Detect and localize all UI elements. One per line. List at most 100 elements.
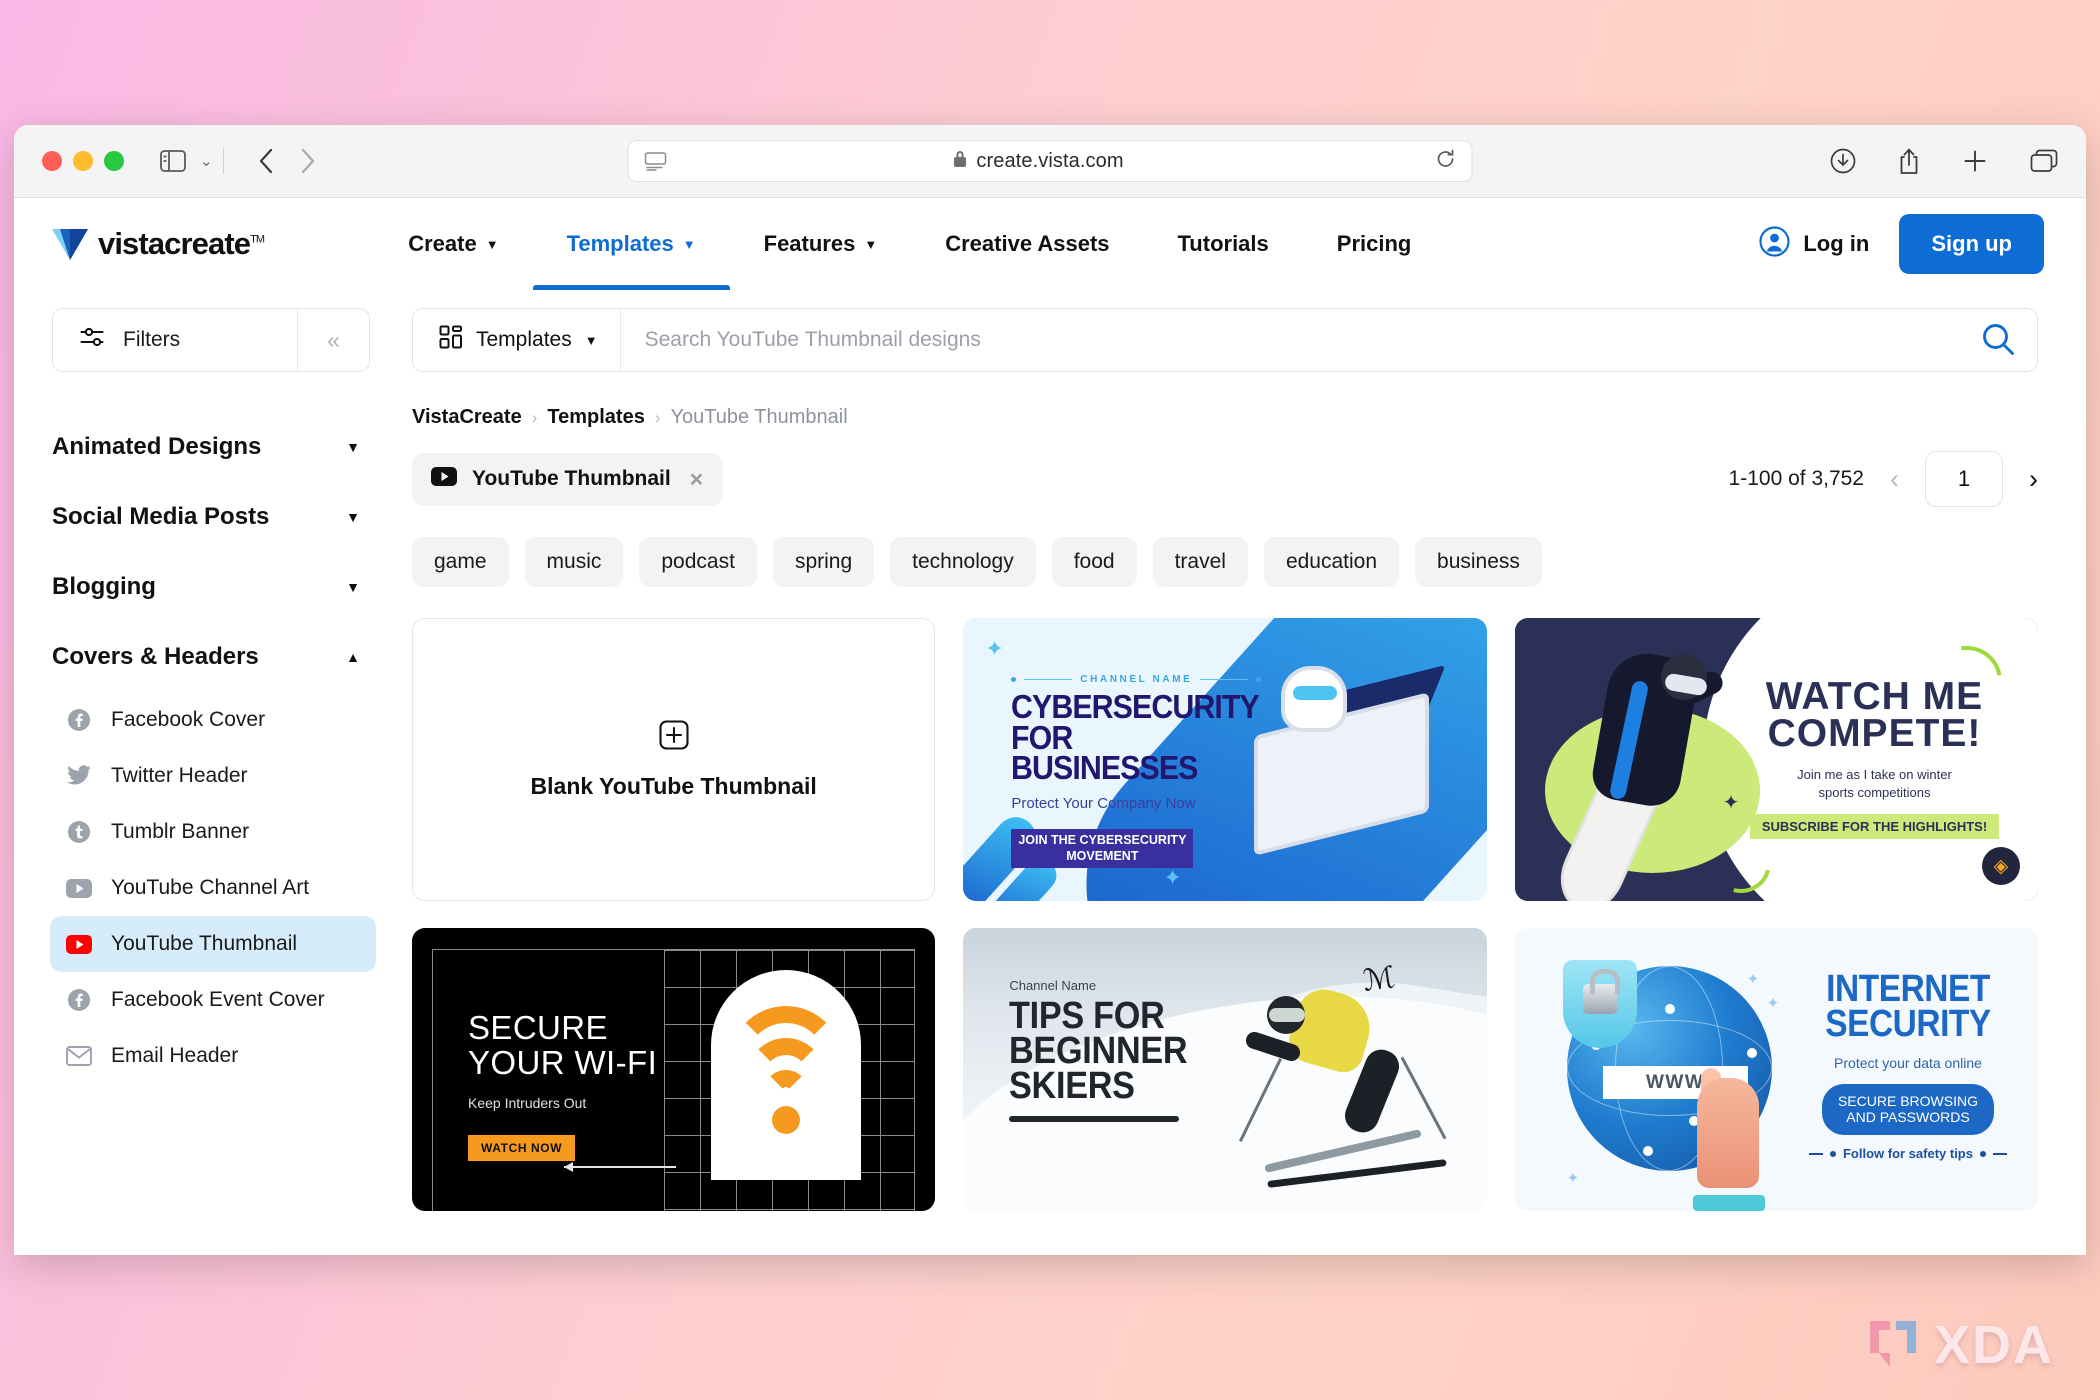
template-card-internet-security[interactable]: WWW ✦ ✦ ✦ INTERNET SECURITY Protect your… bbox=[1514, 928, 2038, 1211]
premium-diamond-icon: ◈ bbox=[1981, 847, 2020, 885]
forward-chevron-icon[interactable] bbox=[300, 148, 316, 174]
tag-podcast[interactable]: podcast bbox=[639, 537, 757, 587]
nav-label: Create bbox=[408, 231, 477, 256]
breadcrumb-item-templates[interactable]: Templates bbox=[547, 406, 644, 429]
search-scope-select[interactable]: Templates ▼ bbox=[413, 309, 621, 371]
vistacreate-logo[interactable]: vistacreateTM bbox=[52, 226, 265, 262]
vista-mark-icon bbox=[52, 229, 88, 260]
template-grid: Blank YouTube Thumbnail ✦ ✦ CHANNEL NAME… bbox=[412, 618, 2038, 1211]
breadcrumb: VistaCreate › Templates › YouTube Thumbn… bbox=[412, 406, 2038, 429]
plus-icon[interactable] bbox=[1962, 148, 1988, 174]
download-icon[interactable] bbox=[1830, 148, 1856, 174]
header-actions: Log in Sign up bbox=[1759, 214, 2044, 274]
category-label: Animated Designs bbox=[52, 433, 262, 460]
search-scope-label: Templates bbox=[476, 328, 572, 351]
sidebar-item-tumblr-banner[interactable]: Tumblr Banner bbox=[50, 804, 376, 860]
card-cta: WATCH NOW bbox=[468, 1134, 576, 1161]
back-chevron-icon[interactable] bbox=[258, 148, 274, 174]
tag-music[interactable]: music bbox=[524, 537, 624, 587]
double-chevron-left-icon[interactable]: « bbox=[297, 309, 369, 371]
category-social-media-posts[interactable]: Social Media Posts ▼ bbox=[14, 482, 412, 552]
reload-icon[interactable] bbox=[1436, 149, 1456, 174]
main-content: Templates ▼ VistaCreate › bbox=[412, 290, 2086, 1255]
page-number-input[interactable]: 1 bbox=[1925, 451, 2003, 507]
tag-spring[interactable]: spring bbox=[772, 537, 875, 587]
card-title-line2: YOUR WI-FI bbox=[468, 1044, 658, 1082]
sidebar-item-label: Twitter Header bbox=[111, 764, 248, 787]
sidebar-item-facebook-event-cover[interactable]: Facebook Event Cover bbox=[50, 972, 376, 1028]
template-card-cybersecurity-for-businesses[interactable]: ✦ ✦ CHANNEL NAME CYBERSECURITY FOR BUSIN… bbox=[963, 618, 1487, 901]
xda-watermark: XDA bbox=[1866, 1314, 2054, 1376]
user-avatar-icon bbox=[1759, 225, 1790, 263]
chevron-down-icon: ▼ bbox=[485, 236, 499, 252]
card-text-block: WATCH ME COMPETE! Join me as I take on w… bbox=[1737, 677, 2012, 840]
sidebar-item-label: Tumblr Banner bbox=[111, 820, 250, 843]
category-covers-and-headers[interactable]: Covers & Headers ▲ bbox=[14, 622, 412, 692]
cuff-art bbox=[1692, 1195, 1765, 1211]
template-card-blank[interactable]: Blank YouTube Thumbnail bbox=[412, 618, 936, 901]
chevron-left-icon[interactable]: ‹ bbox=[1890, 465, 1899, 493]
xda-watermark-text: XDA bbox=[1933, 1315, 2054, 1375]
filters-button[interactable]: Filters bbox=[53, 309, 297, 371]
chevron-up-icon: ▲ bbox=[346, 649, 360, 665]
tab-overview-icon[interactable] bbox=[2030, 149, 2058, 173]
skier-goggles-art bbox=[1268, 1008, 1305, 1022]
template-card-tips-for-beginner-skiers[interactable]: ℳ Channel Name TIPS FOR BEGINNER SKIERS bbox=[963, 928, 1487, 1211]
nav-label: Templates bbox=[566, 231, 674, 256]
active-filter-chip[interactable]: YouTube Thumbnail × bbox=[412, 452, 724, 506]
sidebar-toggle-icon[interactable] bbox=[160, 150, 186, 172]
sidebar-item-email-header[interactable]: Email Header bbox=[50, 1028, 376, 1084]
category-label: Social Media Posts bbox=[52, 503, 270, 530]
tag-game[interactable]: game bbox=[412, 537, 509, 587]
nav-item-creative-assets[interactable]: Creative Assets bbox=[911, 198, 1143, 290]
nav-item-create[interactable]: Create ▼ bbox=[374, 198, 532, 290]
tag-business[interactable]: business bbox=[1415, 537, 1542, 587]
breadcrumb-item-vistacreate[interactable]: VistaCreate bbox=[412, 406, 522, 429]
breadcrumb-separator: › bbox=[654, 407, 661, 427]
plus-square-icon bbox=[659, 719, 689, 755]
sidebar-item-label: Facebook Event Cover bbox=[111, 988, 325, 1011]
category-blogging[interactable]: Blogging ▼ bbox=[14, 552, 412, 622]
chevron-right-icon[interactable]: › bbox=[2029, 465, 2038, 493]
maximize-window-button[interactable] bbox=[104, 151, 124, 171]
category-animated-designs[interactable]: Animated Designs ▼ bbox=[14, 412, 412, 482]
tag-food[interactable]: food bbox=[1051, 537, 1137, 587]
card-title: INTERNET SECURITY bbox=[1813, 970, 2003, 1043]
tag-technology[interactable]: technology bbox=[890, 537, 1036, 587]
share-icon[interactable] bbox=[1898, 148, 1920, 175]
toolbar-actions bbox=[1830, 148, 2058, 175]
nav-item-templates[interactable]: Templates ▼ bbox=[532, 198, 730, 290]
browser-toolbar: ⌄ create.vista.com bbox=[14, 125, 2086, 198]
tag-education[interactable]: education bbox=[1263, 537, 1400, 587]
minimize-window-button[interactable] bbox=[73, 151, 93, 171]
blank-card-label: Blank YouTube Thumbnail bbox=[530, 772, 817, 799]
facebook-icon bbox=[66, 707, 92, 733]
sidebar-item-twitter-header[interactable]: Twitter Header bbox=[50, 748, 376, 804]
sparkle-icon: ✦ bbox=[1163, 865, 1182, 890]
login-button[interactable]: Log in bbox=[1759, 225, 1869, 263]
sparkle-icon: ✦ bbox=[1566, 1170, 1580, 1187]
sparkle-icon: ✦ bbox=[985, 636, 1004, 661]
sidebar-item-youtube-thumbnail[interactable]: YouTube Thumbnail bbox=[50, 916, 376, 972]
close-window-button[interactable] bbox=[42, 151, 62, 171]
search-button[interactable] bbox=[1959, 309, 2037, 371]
nav-label: Pricing bbox=[1336, 231, 1412, 256]
filter-chip-row: YouTube Thumbnail × 1-100 of 3,752 ‹ 1 › bbox=[412, 451, 2038, 507]
template-card-watch-me-compete[interactable]: ✦ WATCH ME COMPETE! Join me as I take on… bbox=[1514, 618, 2038, 901]
nav-item-features[interactable]: Features ▼ bbox=[730, 198, 912, 290]
sidebar-item-facebook-cover[interactable]: Facebook Cover bbox=[50, 692, 376, 748]
url-display: create.vista.com bbox=[641, 149, 1436, 173]
close-icon[interactable]: × bbox=[690, 466, 703, 493]
chevron-down-icon[interactable]: ⌄ bbox=[200, 152, 213, 170]
sidebar-item-label: Email Header bbox=[111, 1044, 239, 1067]
nav-item-tutorials[interactable]: Tutorials bbox=[1144, 198, 1303, 290]
search-input[interactable] bbox=[620, 309, 1959, 371]
sidebar-item-youtube-channel-art[interactable]: YouTube Channel Art bbox=[50, 860, 376, 916]
card-cta: SUBSCRIBE FOR THE HIGHLIGHTS! bbox=[1749, 814, 2000, 840]
signup-button[interactable]: Sign up bbox=[1899, 214, 2044, 274]
url-bar[interactable]: create.vista.com bbox=[627, 140, 1473, 182]
node-art bbox=[1746, 1048, 1757, 1058]
nav-item-pricing[interactable]: Pricing bbox=[1303, 198, 1446, 290]
tag-travel[interactable]: travel bbox=[1152, 537, 1248, 587]
template-card-secure-your-wifi[interactable]: SECURE YOUR WI-FI Keep Intruders Out WAT… bbox=[412, 928, 936, 1211]
